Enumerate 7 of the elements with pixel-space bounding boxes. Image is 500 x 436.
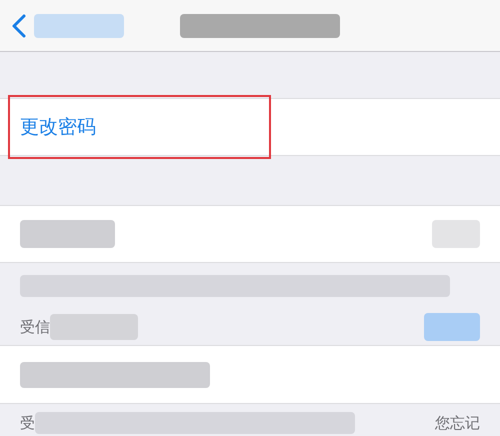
footer-text: 受信 — [20, 316, 50, 338]
back-icon[interactable] — [12, 14, 26, 38]
footer-text: 您忘记 — [435, 413, 480, 434]
redaction-block — [424, 313, 480, 341]
footer-text: 受 — [20, 413, 35, 434]
redaction-block — [432, 220, 480, 248]
change-password-link[interactable]: 更改密码 — [20, 112, 96, 142]
